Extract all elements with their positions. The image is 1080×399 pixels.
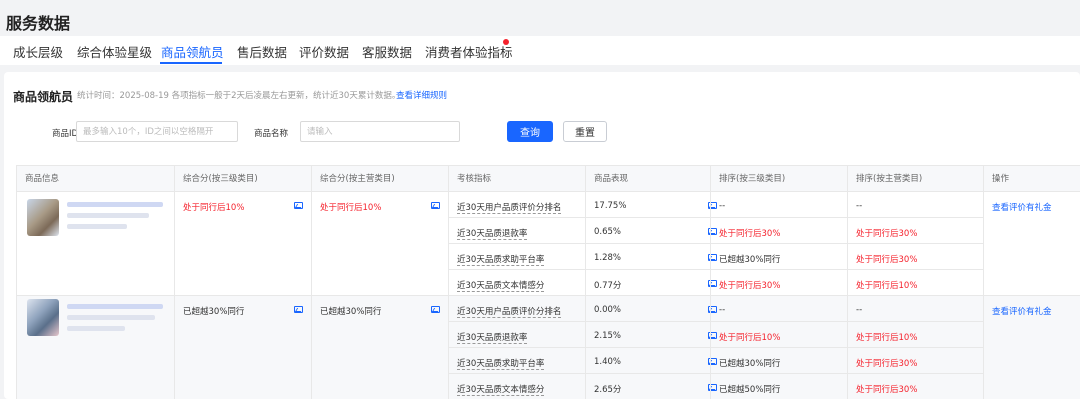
chart-trend-icon[interactable] (431, 306, 440, 313)
product-name-input[interactable] (300, 121, 460, 142)
rules-link[interactable]: 查看详细规则 (396, 89, 447, 101)
product-id-blurred (67, 224, 127, 229)
product-id-input[interactable] (76, 121, 238, 142)
tab-bar: 成长层级 综合体验星级 商品领航员 售后数据 评价数据 客服数据 消费者体验指标 (0, 36, 1080, 65)
product-id-label: 商品ID (52, 129, 79, 139)
tab-customer-service[interactable]: 客服数据 (362, 42, 412, 61)
section-note: 统计时间：2025-08-19 各项指标一般于2天后凌晨左右更新，统计近30天累… (77, 91, 401, 101)
header-score-cat3: 综合分(按三级类目) (175, 166, 312, 192)
score-main-value: 已超越30%同行 (320, 307, 382, 317)
chart-trend-icon[interactable] (294, 202, 303, 209)
header-rank-main: 排序(按主营类目) (848, 166, 984, 192)
tab-growth-level[interactable]: 成长层级 (13, 42, 63, 61)
tab-experience-stars[interactable]: 综合体验星级 (77, 42, 152, 61)
page-title: 服务数据 (6, 14, 71, 33)
section-title: 商品领航员 (13, 90, 74, 104)
product-subtitle-blurred (67, 213, 149, 218)
score-cat3-value: 已超越30%同行 (183, 307, 245, 317)
product-title-blurred (67, 202, 163, 207)
tab-review-data[interactable]: 评价数据 (299, 42, 349, 61)
header-rank-cat3: 排序(按三级类目) (711, 166, 848, 192)
header-actions: 操作 (992, 174, 1010, 184)
view-review-reward-link[interactable]: 查看评价有礼金 (992, 201, 1052, 213)
query-button[interactable]: 查询 (507, 121, 553, 142)
product-group: 处于同行后10% 处于同行后10% 近30天用户品质评价分排名 17.75% -… (17, 192, 1080, 296)
product-thumbnail[interactable] (27, 299, 59, 336)
table-header: 商品信息 综合分(按三级类目) 综合分(按主营类目) 考核指标 商品表现 排序(… (17, 166, 1080, 192)
product-table: 商品信息 综合分(按三级类目) 综合分(按主营类目) 考核指标 商品表现 排序(… (16, 165, 1080, 399)
product-name-label: 商品名称 (254, 129, 289, 139)
score-main-value: 处于同行后10% (320, 203, 382, 213)
tab-product-navigator[interactable]: 商品领航员 (161, 42, 224, 61)
product-subtitle-blurred (67, 315, 155, 320)
tab-after-sales[interactable]: 售后数据 (237, 42, 287, 61)
score-cat3-value: 处于同行后10% (183, 203, 245, 213)
reset-button[interactable]: 重置 (563, 121, 607, 142)
tab-consumer-experience[interactable]: 消费者体验指标 (425, 42, 513, 61)
product-info-cell (17, 296, 175, 399)
active-tab-indicator (160, 62, 222, 64)
notification-dot-icon (503, 39, 509, 45)
score-main-cell: 已超越30%同行 (312, 296, 449, 399)
content-panel: 商品领航员 统计时间：2025-08-19 各项指标一般于2天后凌晨左右更新，统… (4, 72, 1080, 399)
header-product-info: 商品信息 (17, 166, 175, 192)
product-info-cell (17, 192, 175, 295)
header-score-main: 综合分(按主营类目) (312, 166, 449, 192)
score-cat3-cell: 处于同行后10% (175, 192, 312, 295)
product-title-blurred (67, 304, 163, 309)
view-review-reward-link[interactable]: 查看评价有礼金 (992, 305, 1052, 317)
header-metric: 考核指标 (449, 166, 586, 192)
chart-trend-icon[interactable] (294, 306, 303, 313)
product-group: 已超越30%同行 已超越30%同行 近30天用户品质评价分排名 0.00% --… (17, 296, 1080, 399)
score-main-cell: 处于同行后10% (312, 192, 449, 295)
product-thumbnail[interactable] (27, 199, 59, 236)
header-performance: 商品表现 (586, 166, 711, 192)
chart-trend-icon[interactable] (431, 202, 440, 209)
product-id-blurred (67, 326, 125, 331)
score-cat3-cell: 已超越30%同行 (175, 296, 312, 399)
